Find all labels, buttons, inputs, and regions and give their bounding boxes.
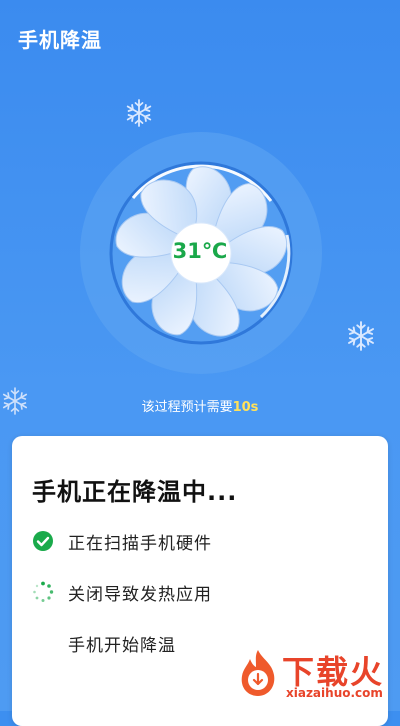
snowflake-icon <box>124 98 154 128</box>
check-circle-icon <box>32 530 54 552</box>
step-label: 关闭导致发热应用 <box>68 584 212 605</box>
step-close-apps: 关闭导致发热应用 <box>32 580 212 605</box>
flame-logo-icon <box>232 647 284 699</box>
step-label: 手机开始降温 <box>68 635 176 656</box>
step-scan-hardware: 正在扫描手机硬件 <box>32 529 212 554</box>
step-start-cooling: 手机开始降温 <box>32 631 176 656</box>
pending-placeholder <box>32 632 54 654</box>
step-label: 正在扫描手机硬件 <box>68 533 212 554</box>
watermark: 下载火 xiazaihuo.com <box>232 645 394 705</box>
page-title: 手机降温 <box>18 28 102 52</box>
estimate-seconds: 10s <box>232 400 259 415</box>
estimate-text: 该过程预计需要10s <box>0 396 400 415</box>
temperature-value: 31℃ <box>172 239 228 263</box>
estimate-prefix: 该过程预计需要 <box>141 400 233 415</box>
loading-spinner-icon <box>32 581 54 603</box>
snowflake-icon <box>345 320 377 352</box>
card-title: 手机正在降温中... <box>32 478 238 506</box>
watermark-url: xiazaihuo.com <box>286 686 383 700</box>
